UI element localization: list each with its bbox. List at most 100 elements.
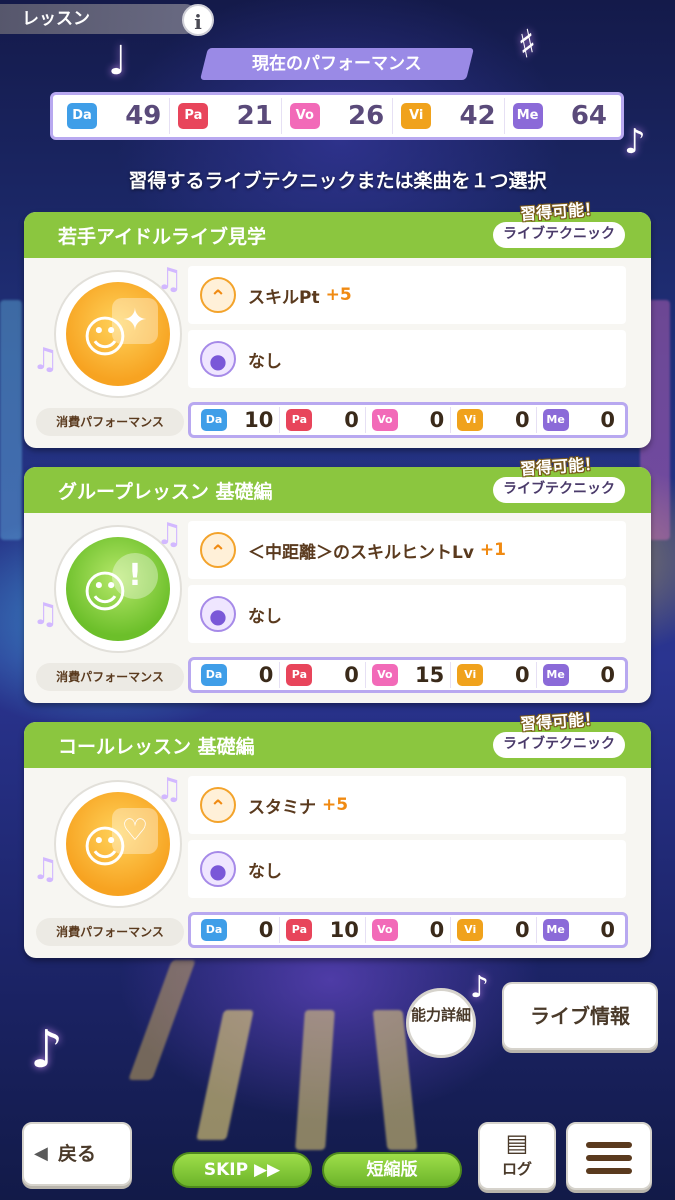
- music-note-icon: ♫: [156, 772, 183, 807]
- cost-da: Da 10: [195, 407, 281, 433]
- log-label: ログ: [501, 1160, 532, 1178]
- music-note-icon: ♫: [32, 852, 59, 887]
- cost-value: 0: [515, 408, 530, 432]
- vi-badge: Vi: [457, 919, 484, 941]
- sharp-icon: ♯: [513, 20, 541, 68]
- stage-light: [128, 960, 196, 1080]
- cost-label: 消費パフォーマンス: [36, 918, 184, 946]
- lesson-card-2[interactable]: グループレッスン 基礎編 ライブテクニック ☺ ! ♫ ♫ ⌃ ＜中距離＞のスキ…: [24, 467, 651, 703]
- me-badge: Me: [542, 919, 569, 941]
- cost-vi: Vi 0: [451, 407, 537, 433]
- cost-vi: Vi 0: [451, 917, 537, 943]
- effect-plus: +5: [322, 795, 349, 815]
- back-arrow-icon: ◀: [34, 1143, 48, 1164]
- cost-me: Me 0: [537, 407, 621, 433]
- song-text: なし: [248, 861, 282, 882]
- cost-value: 0: [344, 663, 359, 687]
- cost-value: 15: [414, 663, 445, 687]
- cost-box: Da 0 Pa 0 Vo 15 Vi 0 Me 0: [188, 657, 628, 693]
- cost-box: Da 0 Pa 10 Vo 0 Vi 0 Me 0: [188, 912, 628, 948]
- cost-value: 0: [258, 663, 274, 687]
- screen-title: レッスン: [0, 4, 200, 34]
- vo-badge: Vo: [289, 103, 320, 129]
- menu-icon: [586, 1142, 632, 1148]
- stat-value: 26: [348, 101, 385, 131]
- cost-value: 0: [344, 408, 359, 432]
- me-badge: Me: [542, 664, 569, 686]
- effect-text: スキルPt: [248, 287, 320, 308]
- cost-value: 0: [258, 918, 274, 942]
- microphone-icon: ●: [200, 341, 236, 377]
- card-tag: ライブテクニック: [493, 477, 625, 503]
- cost-value: 0: [600, 663, 616, 687]
- skip-button[interactable]: SKIP ▶▶: [172, 1152, 312, 1188]
- back-label: 戻る: [58, 1143, 97, 1165]
- stage-light: [196, 1010, 254, 1140]
- cost-pa: Pa 0: [280, 407, 366, 433]
- stat-vo: Vo 26: [282, 98, 394, 134]
- menu-button[interactable]: [566, 1122, 652, 1190]
- back-button[interactable]: ◀ 戻る: [22, 1122, 132, 1186]
- card-title: コールレッスン 基礎編: [58, 736, 255, 758]
- cost-me: Me 0: [537, 917, 621, 943]
- instruction-text: 習得するライブテクニックまたは楽曲を１つ選択: [128, 170, 547, 192]
- card-tag: ライブテクニック: [493, 732, 625, 758]
- cost-label: 消費パフォーマンス: [36, 663, 184, 691]
- stat-da: Da 49: [59, 98, 171, 134]
- card-title: 若手アイドルライブ見学: [58, 226, 267, 248]
- info-button[interactable]: i: [182, 4, 214, 36]
- cost-box: Da 10 Pa 0 Vo 0 Vi 0 Me 0: [188, 402, 628, 438]
- short-version-button[interactable]: 短縮版: [322, 1152, 462, 1188]
- effect-plus: +1: [479, 540, 506, 560]
- cost-vi: Vi 0: [451, 662, 537, 688]
- stat-value: 42: [459, 101, 496, 131]
- vi-badge: Vi: [457, 664, 484, 686]
- log-icon: ▤: [505, 1129, 529, 1157]
- exclamation-icon: !: [112, 553, 158, 599]
- music-note-icon: ♩: [108, 38, 127, 84]
- heart-icon: ♡: [112, 808, 158, 854]
- music-note-icon: ♫: [32, 342, 59, 377]
- cost-value: 0: [429, 918, 445, 942]
- lesson-card-3[interactable]: コールレッスン 基礎編 ライブテクニック ☺ ♡ ♫ ♫ ⌃ スタミナ +5 ●…: [24, 722, 651, 958]
- lesson-card-1[interactable]: 若手アイドルライブ見学 ライブテクニック ☺ ✦ ♫ ♫ ⌃ スキルPt +5 …: [24, 212, 651, 448]
- vo-badge: Vo: [371, 664, 398, 686]
- stat-value: 49: [125, 101, 162, 131]
- card-tag: ライブテクニック: [493, 222, 625, 248]
- music-note-icon: ♫: [32, 597, 59, 632]
- music-note-icon: ♪: [30, 1020, 64, 1080]
- effect-row: ⌃ ＜中距離＞のスキルヒントLv +1: [188, 521, 626, 579]
- song-row: ● なし: [188, 840, 626, 898]
- microphone-icon: ●: [200, 596, 236, 632]
- me-badge: Me: [512, 103, 543, 129]
- cost-vo: Vo 0: [366, 407, 452, 433]
- music-note-icon: ♪: [624, 122, 646, 162]
- da-badge: Da: [201, 664, 227, 686]
- chevron-up-icon: ⌃: [200, 532, 236, 568]
- cost-value: 0: [600, 918, 616, 942]
- music-note-icon: ♪: [470, 970, 490, 1005]
- stat-vi: Vi 42: [393, 98, 505, 134]
- vo-badge: Vo: [371, 919, 398, 941]
- stage-light: [295, 1010, 335, 1150]
- live-info-button[interactable]: ライブ情報: [502, 982, 658, 1050]
- music-note-icon: ♫: [156, 262, 183, 297]
- chevron-up-icon: ⌃: [200, 787, 236, 823]
- card-title: グループレッスン 基礎編: [58, 481, 273, 503]
- music-note-icon: ♫: [156, 517, 183, 552]
- da-badge: Da: [201, 409, 227, 431]
- pa-badge: Pa: [286, 664, 313, 686]
- pa-badge: Pa: [286, 409, 313, 431]
- sparkle-icon: ✦: [112, 298, 158, 344]
- performance-stats: Da 49 Pa 21 Vo 26 Vi 42 Me 64: [50, 92, 624, 140]
- ability-detail-button[interactable]: 能力詳細: [406, 988, 476, 1058]
- cost-da: Da 0: [195, 917, 281, 943]
- cost-value: 0: [515, 663, 530, 687]
- da-badge: Da: [201, 919, 227, 941]
- stage-light: [0, 300, 22, 540]
- effect-plus: +5: [325, 285, 352, 305]
- chevron-up-icon: ⌃: [200, 277, 236, 313]
- log-button[interactable]: ▤ ログ: [478, 1122, 556, 1190]
- stat-me: Me 64: [505, 98, 615, 134]
- effect-text: スタミナ: [248, 797, 316, 818]
